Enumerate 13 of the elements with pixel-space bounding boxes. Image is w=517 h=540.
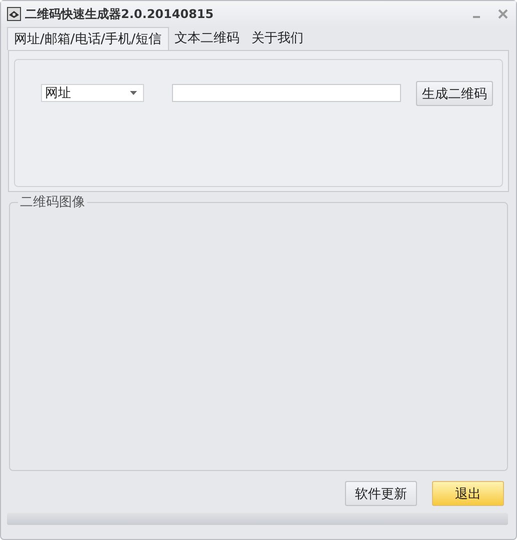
window-title: 二维码快速生成器2.0.20140815	[25, 6, 214, 22]
caret-icon	[130, 91, 137, 95]
type-dropdown[interactable]: 网址	[41, 84, 144, 102]
generate-button[interactable]: 生成二维码	[416, 81, 493, 106]
tab[interactable]: 关于我们	[246, 27, 310, 50]
close-icon[interactable]	[498, 9, 508, 19]
update-button[interactable]: 软件更新	[345, 481, 417, 506]
group-title: 二维码图像	[18, 193, 87, 211]
content-field[interactable]	[172, 84, 401, 102]
app-icon	[7, 7, 21, 21]
exit-button[interactable]: 退出	[432, 481, 504, 506]
tab[interactable]: 网址/邮箱/电话/手机/短信	[7, 27, 169, 50]
tab[interactable]: 文本二维码	[168, 27, 246, 50]
